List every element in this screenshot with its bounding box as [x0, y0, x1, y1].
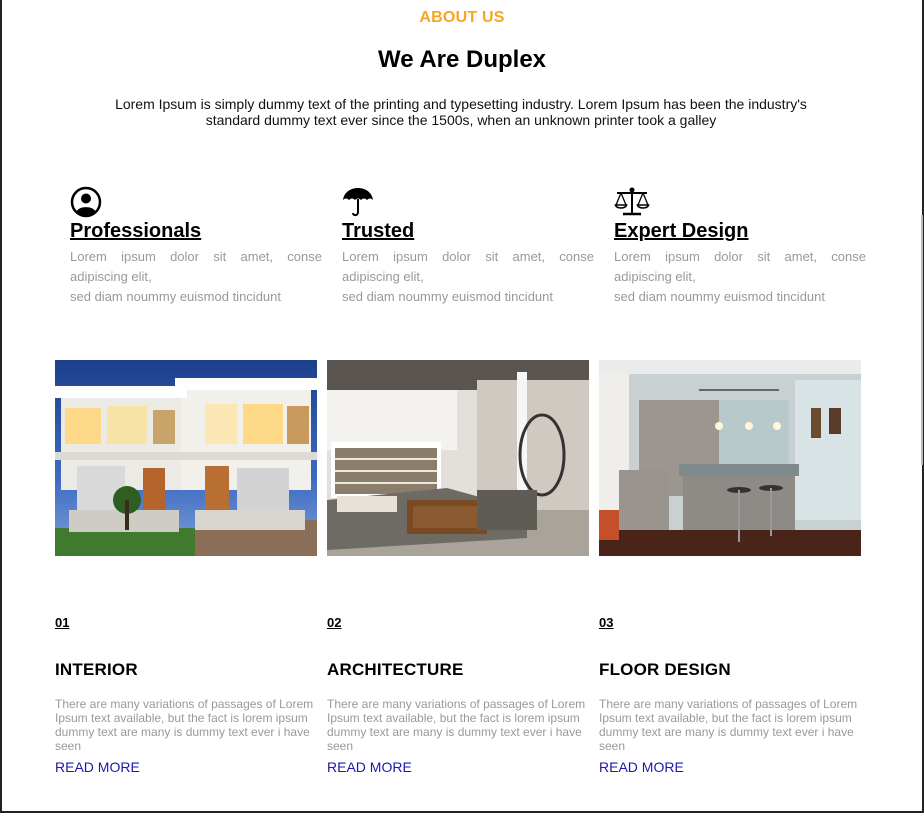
umbrella-icon	[343, 188, 373, 217]
read-more-link[interactable]: READ MORE	[327, 759, 589, 775]
feature-description: Lorem ipsum dolor sit amet, conse adipis…	[342, 249, 594, 304]
service-card-floor-design: 03 FLOOR DESIGN There are many variation…	[599, 615, 861, 775]
kitchen-photo	[599, 360, 861, 556]
service-title: FLOOR DESIGN	[599, 660, 731, 679]
scrollbar-thumb[interactable]	[921, 215, 923, 465]
service-title: INTERIOR	[55, 660, 138, 679]
scales-icon	[614, 187, 650, 216]
page-title: We Are Duplex	[377, 46, 547, 73]
read-more-link[interactable]: READ MORE	[599, 759, 861, 775]
service-title: ARCHITECTURE	[327, 660, 464, 679]
service-number: 01	[55, 615, 70, 630]
service-number: 03	[599, 615, 614, 630]
user-icon	[70, 186, 102, 218]
feature-description: Lorem ipsum dolor sit amet, conse adipis…	[70, 249, 322, 304]
house-exterior-photo	[55, 360, 317, 556]
service-card-interior: 01 INTERIOR There are many variations of…	[55, 615, 317, 775]
service-number: 02	[327, 615, 342, 630]
intro-text: Lorem Ipsum is simply dummy text of the …	[115, 96, 807, 128]
service-description: There are many variations of passages of…	[599, 697, 858, 753]
page-border-left	[0, 0, 2, 813]
feature-professionals: Professionals Lorem ipsum dolor sit amet…	[70, 186, 322, 307]
feature-trusted: Trusted Lorem ipsum dolor sit amet, cons…	[342, 186, 594, 307]
feature-title-link[interactable]: Expert Design	[614, 219, 866, 243]
feature-title-link[interactable]: Professionals	[70, 219, 322, 243]
feature-title-link[interactable]: Trusted	[342, 219, 594, 243]
section-label: ABOUT US	[419, 9, 505, 26]
service-card-architecture: 02 ARCHITECTURE There are many variation…	[327, 615, 589, 775]
living-room-photo	[327, 360, 589, 556]
feature-description: Lorem ipsum dolor sit amet, conse adipis…	[614, 249, 866, 304]
feature-expert-design: Expert Design Lorem ipsum dolor sit amet…	[614, 186, 866, 307]
service-description: There are many variations of passages of…	[55, 697, 314, 753]
read-more-link[interactable]: READ MORE	[55, 759, 317, 775]
service-description: There are many variations of passages of…	[327, 697, 586, 753]
